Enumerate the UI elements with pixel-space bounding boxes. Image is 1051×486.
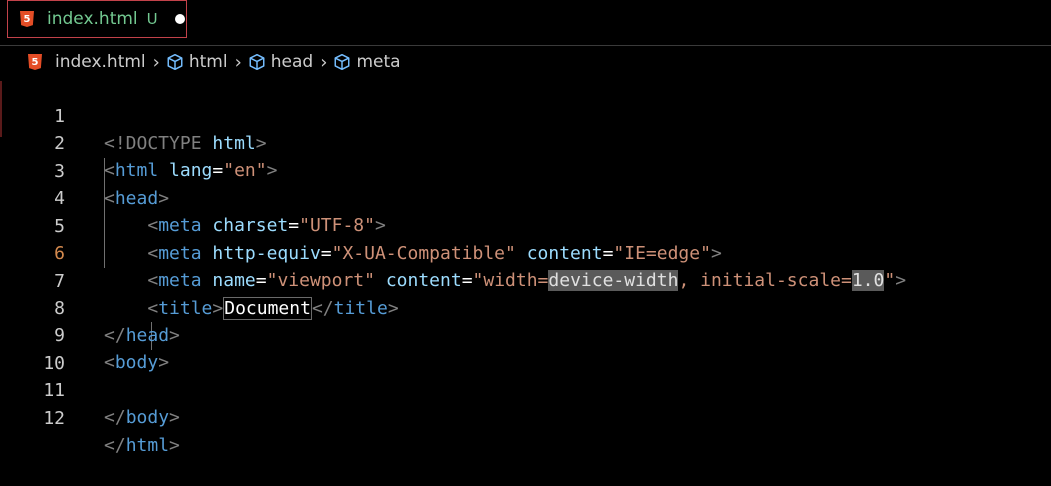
tok: "width= <box>472 270 549 291</box>
code-line[interactable]: 5 <meta http-equiv="X-UA-Compatible" con… <box>0 186 722 264</box>
chevron-right-icon: › <box>234 51 242 73</box>
tok: html <box>125 435 170 456</box>
tok: meta <box>158 243 202 264</box>
code-line[interactable]: 11 </body> <box>0 350 180 428</box>
untracked-badge: U <box>146 10 158 28</box>
tok: content <box>526 243 603 264</box>
tok: html <box>212 133 256 154</box>
tab-bar: 5 index.html U <box>0 0 1051 46</box>
line-number: 12 <box>43 408 65 429</box>
tok: "viewport" <box>266 270 375 291</box>
code-line[interactable]: 9 <body> <box>0 295 169 373</box>
unsaved-dot-icon[interactable] <box>174 14 185 24</box>
selection-highlight: 1.0 <box>851 270 885 291</box>
tok: Document <box>223 297 312 320</box>
tok: charset <box>212 215 289 236</box>
tok: content <box>385 270 462 291</box>
tok: "X-UA-Compatible" <box>331 243 516 264</box>
tok: "en" <box>223 160 267 181</box>
tok: body <box>125 407 170 428</box>
code-line[interactable]: 8 </head> <box>0 268 180 346</box>
code-line[interactable]: 12 </html> <box>0 378 180 456</box>
editor-tab-index-html[interactable]: 5 index.html U <box>7 0 187 38</box>
tok: lang <box>169 160 213 181</box>
tok: " <box>884 270 896 291</box>
breadcrumb-label: head <box>270 52 314 72</box>
tok: , initial-scale= <box>678 270 852 291</box>
code-line[interactable]: 4 <meta charset="UTF-8"> <box>0 158 386 236</box>
chevron-right-icon: › <box>320 51 328 73</box>
selection-highlight: device-width <box>548 270 679 291</box>
tok: body <box>114 352 159 373</box>
tok: head <box>125 325 170 346</box>
breadcrumb-file[interactable]: index.html <box>55 52 146 72</box>
code-editor[interactable]: 1 <!DOCTYPE html> 2 <html lang="en"> 3 <… <box>0 76 1051 456</box>
tok: "IE=edge" <box>613 243 711 264</box>
code-line[interactable]: 7 <title>Document</title> <box>0 241 399 320</box>
tab-label: index.html <box>47 9 138 29</box>
tok: <!DOCTYPE <box>104 133 202 154</box>
breadcrumb-item-html[interactable]: html <box>166 52 228 72</box>
code-line[interactable]: 3 <head> <box>0 131 169 209</box>
html5-file-icon: 5 <box>28 54 42 70</box>
code-line[interactable]: 10 <box>0 323 65 374</box>
breadcrumb: 5 index.html › html › head › meta <box>0 49 1051 75</box>
tok: title <box>158 298 213 319</box>
tok: meta <box>158 215 202 236</box>
breadcrumb-item-head[interactable]: head <box>248 52 313 72</box>
tok: head <box>114 188 159 209</box>
tok: name <box>212 270 256 291</box>
breadcrumb-label: html <box>188 52 228 72</box>
html5-file-icon: 5 <box>20 11 34 27</box>
tok: html <box>114 160 159 181</box>
chevron-right-icon: › <box>152 51 160 73</box>
breadcrumb-label: meta <box>356 52 401 72</box>
symbol-cube-icon <box>249 53 265 71</box>
code-line[interactable]: 2 <html lang="en"> <box>0 103 277 181</box>
symbol-cube-icon <box>334 53 350 71</box>
breadcrumb-item-meta[interactable]: meta <box>333 52 401 72</box>
tok: http-equiv <box>212 243 321 264</box>
tok: meta <box>158 270 202 291</box>
code-line-active[interactable]: 6 <meta name="viewport" content="width=d… <box>0 213 906 291</box>
symbol-cube-icon <box>167 53 183 71</box>
tok: title <box>333 298 388 319</box>
code-line[interactable]: 1 <!DOCTYPE html> <box>0 76 266 154</box>
tok: "UTF-8" <box>299 215 375 236</box>
